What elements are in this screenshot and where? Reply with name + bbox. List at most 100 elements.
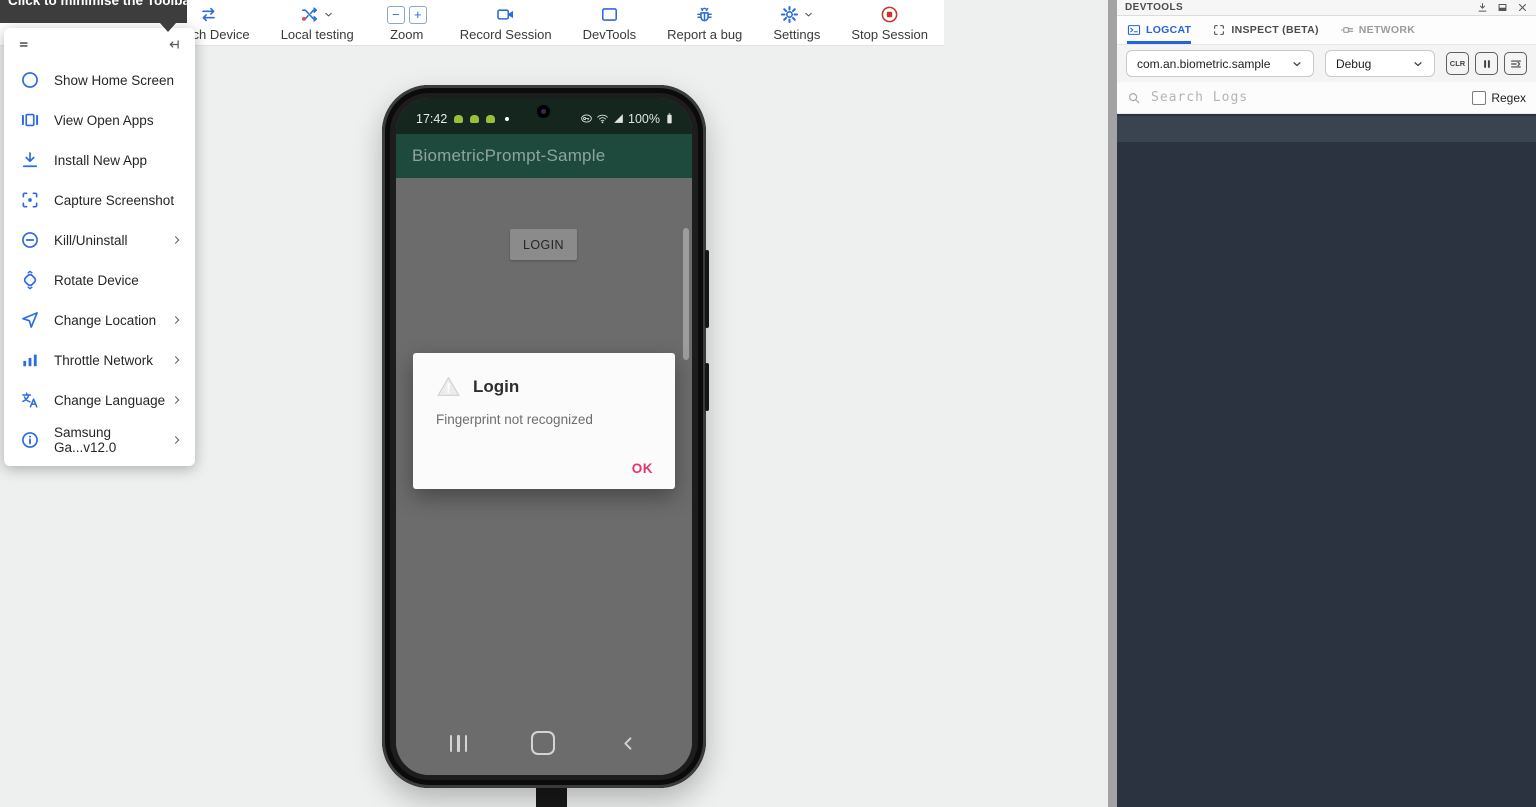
log-row[interactable]: 08-24 17:42:05.968 I/ViewRootImpl@a97da9… xyxy=(1117,480,1536,506)
toolbar-icon xyxy=(496,5,515,24)
devtools-resize-handle[interactable] xyxy=(1108,0,1117,807)
log-row[interactable]: 08-24 17:42:05.968 I/ViewRootImpl@a97da9… xyxy=(1117,168,1536,194)
log-row[interactable]: 08-24 17:42:05.966 I/ViewRootImpl@a97da9… xyxy=(1117,116,1536,142)
menu-item-samsung-galaxy[interactable]: Samsung Ga...v12.0 xyxy=(4,420,195,460)
log-row[interactable]: 08-24 17:42:05.971 I/ViewRootImpl@a97da9… xyxy=(1117,584,1536,610)
toolbar-item-settings[interactable]: Settings xyxy=(773,0,820,45)
menu-items: Show Home Screen View Open Apps Install … xyxy=(4,60,195,460)
devtools-tab-logcat[interactable]: LOGCAT xyxy=(1127,16,1191,44)
search-logs-input[interactable] xyxy=(1149,89,1464,106)
menu-item-view-open-apps[interactable]: View Open Apps xyxy=(4,100,195,140)
menu-item-install-new-app[interactable]: Install New App xyxy=(4,140,195,180)
menu-item-rotate-device[interactable]: Rotate Device xyxy=(4,260,195,300)
menu-item-change-language[interactable]: Change Language xyxy=(4,380,195,420)
dialog-ok-button[interactable]: OK xyxy=(632,461,653,476)
toolbar-item-record-session[interactable]: Record Session xyxy=(460,0,552,45)
chevron-down-icon xyxy=(1412,58,1424,70)
menu-item-icon xyxy=(20,190,40,210)
menu-item-icon xyxy=(20,150,40,170)
scroll-follow-button[interactable] xyxy=(1504,52,1527,75)
log-row[interactable]: 08-24 17:42:05.968 D/ViewRootImpl@a97da9… xyxy=(1117,532,1536,558)
toolbar-item-zoom[interactable]: −+ Zoom xyxy=(385,0,429,45)
toolbar-item-local-testing[interactable]: Local testing xyxy=(281,0,354,45)
devtools-titlebar: DEVTOOLS xyxy=(1117,0,1536,16)
toolbar-item-devtools[interactable]: DevTools xyxy=(583,0,636,45)
chevron-right-icon xyxy=(171,314,183,326)
login-button[interactable]: LOGIN xyxy=(510,229,577,260)
device-frame: 17:42 100% BiometricPrompt-Sample LOGIN xyxy=(382,85,706,788)
close-icon[interactable] xyxy=(1517,2,1528,13)
log-row[interactable]: 08-24 17:42:05.967 I/ViewRootImpl@a97da9… xyxy=(1117,142,1536,168)
menu-item-show-home-screen[interactable]: Show Home Screen xyxy=(4,60,195,100)
regex-checkbox[interactable] xyxy=(1472,91,1486,105)
devtools-tabs: LOGCAT INSPECT (BETA) NETWORK xyxy=(1117,16,1536,45)
menu-item-kill-uninstall[interactable]: Kill/Uninstall xyxy=(4,220,195,260)
drag-handle-icon[interactable] xyxy=(17,36,34,53)
front-camera xyxy=(537,105,550,118)
toolbar-item-label: DevTools xyxy=(583,27,636,42)
menu-item-label: Install New App xyxy=(54,153,147,168)
toolbar-item-stop-session[interactable]: Stop Session xyxy=(851,0,928,45)
menu-item-icon xyxy=(20,310,40,330)
logcat-controls: com.an.biometric.sample Debug CLR xyxy=(1117,45,1536,82)
log-row[interactable]: 08-24 17:42:05.968 I/ViewRootImpl@a97da9… xyxy=(1117,376,1536,402)
log-row[interactable]: 08-24 17:42:05.968 D/ViewRootImpl@a97da9… xyxy=(1117,428,1536,454)
devtools-tab-network[interactable]: NETWORK xyxy=(1340,16,1415,44)
log-row[interactable]: 08-24 17:42:05.968 I/ViewRootImpl@a97da9… xyxy=(1117,272,1536,298)
wifi-icon xyxy=(596,112,609,125)
log-row[interactable]: 08-24 17:42:08.948 I/InputDispatcher( 21… xyxy=(1117,662,1536,688)
clear-logs-button[interactable]: CLR xyxy=(1446,52,1469,75)
log-level-dropdown[interactable]: Debug xyxy=(1325,50,1435,77)
regex-label: Regex xyxy=(1491,91,1526,105)
log-row[interactable]: 08-24 17:42:08.949 I/ViewRootImpl@a97da9… xyxy=(1117,688,1536,714)
log-row[interactable]: 08-24 17:42:05.967 I/ViewRootImpl@a97da9… xyxy=(1117,246,1536,272)
log-row[interactable]: 08-24 17:42:08.948 I/InputDispatcher( 21… xyxy=(1117,610,1536,636)
log-row[interactable]: 08-24 17:42:05.968 I/ViewRootImpl@a97da9… xyxy=(1117,402,1536,428)
home-button[interactable] xyxy=(531,731,555,755)
log-row[interactable]: 08-24 17:42:09.282 I/ViewRootImpl@a97da9… xyxy=(1117,740,1536,766)
log-row[interactable]: 08-24 17:42:05.968 I/ViewRootImpl@a97da9… xyxy=(1117,194,1536,220)
log-row[interactable]: 08-24 17:42:05.968 D/ViewRootImpl@a97da9… xyxy=(1117,220,1536,246)
menu-item-label: Rotate Device xyxy=(54,273,139,288)
log-row[interactable]: 08-24 17:42:05.971 I/ViewRootImpl@a97da9… xyxy=(1117,558,1536,584)
android-notification-icon xyxy=(454,115,463,123)
log-row[interactable]: 08-24 17:42:05.968 D/ViewRootImpl@a97da9… xyxy=(1117,324,1536,350)
toolbar-item-report-a-bug[interactable]: Report a bug xyxy=(667,0,742,45)
log-row[interactable]: 08-24 17:42:08.949 I/ViewRootImpl@a97da9… xyxy=(1117,636,1536,662)
log-row[interactable]: 08-24 17:42:05.967 I/ViewRootImpl@a97da9… xyxy=(1117,454,1536,480)
app-live-session: Switch Device Local testing −+ Zoom Reco… xyxy=(0,0,1536,807)
menu-item-label: Change Location xyxy=(54,313,156,328)
vpn-key-icon xyxy=(580,112,593,125)
menu-item-label: Samsung Ga...v12.0 xyxy=(54,425,171,455)
recents-button[interactable] xyxy=(450,735,468,752)
status-bar: 17:42 100% xyxy=(396,98,692,134)
log-row[interactable]: 08-24 17:42:09.282 I/ViewRootImpl@a97da9… xyxy=(1117,714,1536,740)
minimize-icon[interactable] xyxy=(1497,2,1508,13)
download-logs-icon[interactable] xyxy=(1477,2,1488,13)
log-row[interactable]: 08-24 17:42:09.282 I/InputDispatcher( 21… xyxy=(1117,766,1536,792)
status-time: 17:42 xyxy=(416,112,447,126)
devtools-tab-inspect[interactable]: INSPECT (BETA) xyxy=(1212,16,1318,44)
toolbar-item-label: Zoom xyxy=(390,27,423,42)
log-row[interactable]: 08-24 17:42:05.968 I/ViewRootImpl@a97da9… xyxy=(1117,298,1536,324)
menu-item-capture-screenshot[interactable]: Capture Screenshot xyxy=(4,180,195,220)
package-dropdown[interactable]: com.an.biometric.sample xyxy=(1126,50,1314,77)
pause-logs-button[interactable] xyxy=(1475,52,1498,75)
log-row[interactable]: 08-24 17:42:09.282 I/InputDispatcher( 21… xyxy=(1117,792,1536,807)
menu-item-label: Kill/Uninstall xyxy=(54,233,128,248)
menu-item-change-location[interactable]: Change Location xyxy=(4,300,195,340)
toolbar-icon xyxy=(780,5,799,24)
back-button[interactable] xyxy=(619,734,638,753)
logcat-output[interactable]: 08-24 17:42:05.966 I/ViewRootImpl@a97da9… xyxy=(1117,114,1536,807)
log-row[interactable]: 08-24 17:42:05.967 I/ViewRootImpl@a97da9… xyxy=(1117,350,1536,376)
power-button xyxy=(705,363,709,411)
menu-item-icon xyxy=(20,390,40,410)
tab-label: LOGCAT xyxy=(1146,24,1191,36)
menu-item-throttle-network[interactable]: Throttle Network xyxy=(4,340,195,380)
device-screen[interactable]: 17:42 100% BiometricPrompt-Sample LOGIN xyxy=(396,98,692,775)
screen-scrollbar[interactable] xyxy=(683,228,689,360)
regex-toggle[interactable]: Regex xyxy=(1472,91,1526,105)
log-row[interactable]: 08-24 17:42:05.968 I/ViewRootImpl@a97da9… xyxy=(1117,506,1536,532)
signal-icon xyxy=(612,112,625,125)
toolbar-item-label: Record Session xyxy=(460,27,552,42)
